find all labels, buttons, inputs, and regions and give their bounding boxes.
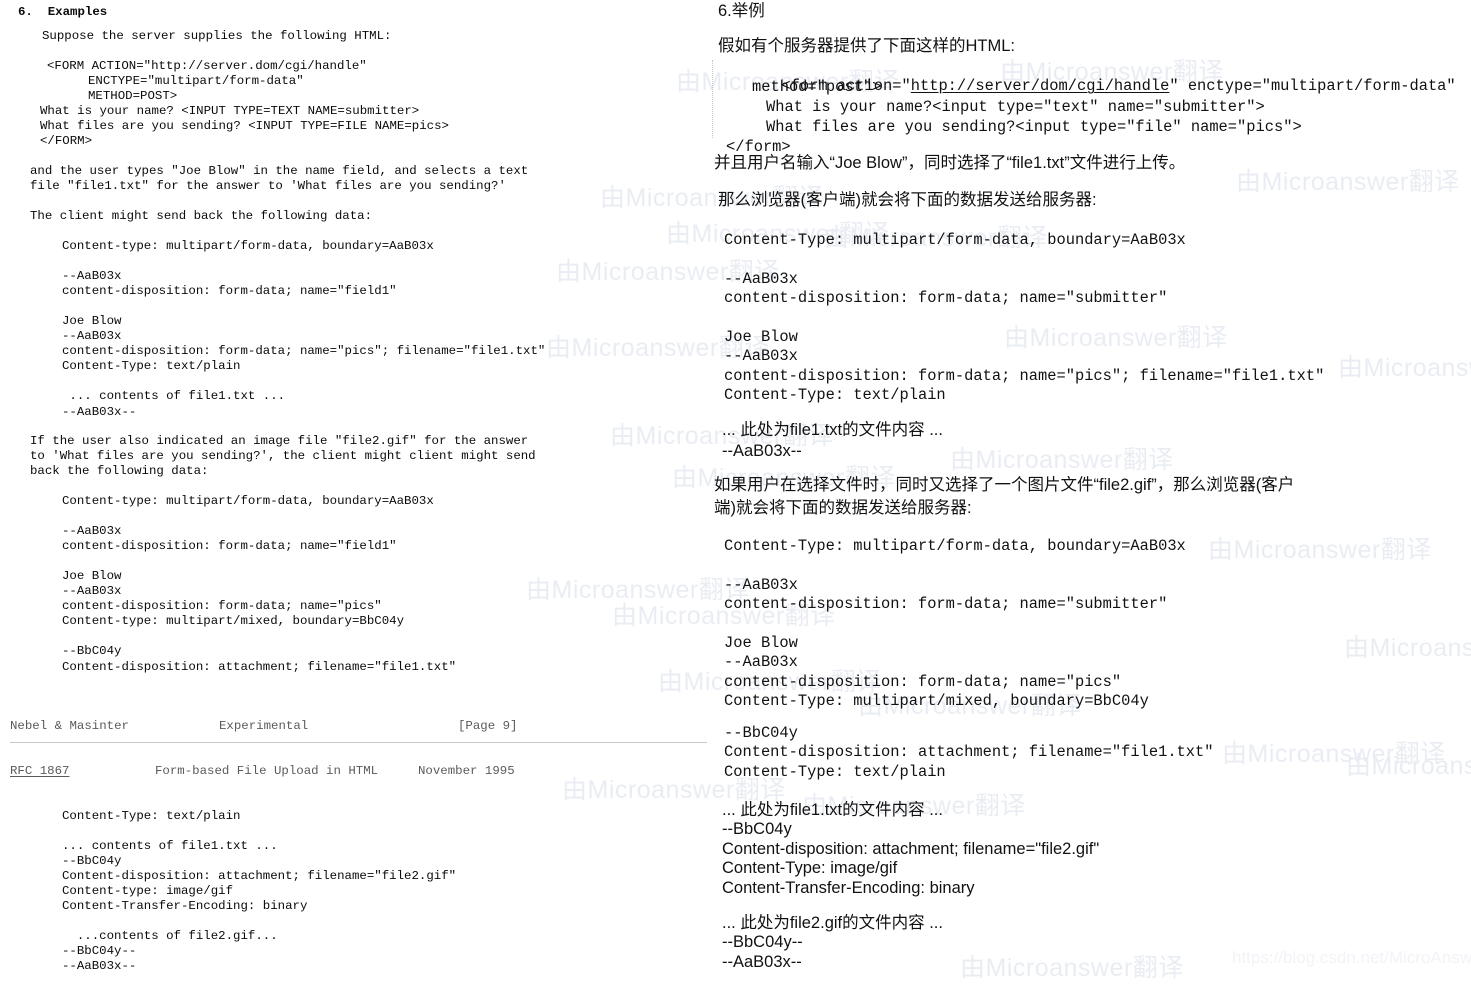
rfc-id-link[interactable]: RFC 1867 xyxy=(10,764,70,779)
form-code-line-3-chinese: What is your name?<input type="text" nam… xyxy=(766,98,1265,116)
rfc-date: November 1995 xyxy=(418,764,515,778)
footer-authors: Nebel & Masinter xyxy=(10,719,129,733)
paragraph-client-sends: The client might send back the following… xyxy=(30,209,373,223)
form-code-line-3: METHOD=POST> xyxy=(88,89,178,103)
section-heading-chinese: 6.举例 xyxy=(718,2,765,20)
section-heading-english: 6. Examples xyxy=(18,5,108,19)
paragraph-user-input-chinese: 并且用户名输入“Joe Blow”，同时选择了“file1.txt”文件进行上传… xyxy=(714,154,1186,172)
paragraph-image-file-line-2: to 'What files are you sending?', the cl… xyxy=(30,449,536,463)
paragraph-also-image-line-2-chinese: 端)就会将下面的数据发送给服务器: xyxy=(714,499,972,517)
form-code-line-5: What files are you sending? <INPUT TYPE=… xyxy=(40,119,449,133)
form-code-suffix: " enctype="multipart/form-data" xyxy=(1169,77,1456,96)
form-code-line-4-chinese: What files are you sending?<input type="… xyxy=(766,118,1302,136)
paragraph-image-file-line-1: If the user also indicated an image file… xyxy=(30,434,529,448)
data-block-1: Content-type: multipart/form-data, bound… xyxy=(62,239,546,419)
footer-page-number: [Page 9] xyxy=(458,719,518,733)
form-code-line-2: ENCTYPE="multipart/form-data" xyxy=(88,74,304,88)
form-code-line-4: What is your name? <INPUT TYPE=TEXT NAME… xyxy=(40,104,420,118)
data-block-4-tail-chinese: ... 此处为file2.gif的文件内容 ... --BbC04y-- --A… xyxy=(722,914,943,971)
data-block-3-tail-chinese: ... 此处为file1.txt的文件内容 ... --BbC04y Conte… xyxy=(722,801,1100,897)
footer-status: Experimental xyxy=(219,719,309,733)
paragraph-also-image-line-1-chinese: 如果用户在选择文件时，同时又选择了一个图片文件“file2.gif”，那么浏览器… xyxy=(714,476,1295,494)
intro-paragraph: Suppose the server supplies the followin… xyxy=(42,29,392,43)
rfc-running-title: Form-based File Upload in HTML xyxy=(155,764,379,778)
paragraph-browser-sends-chinese: 那么浏览器(客户端)就会将下面的数据发送给服务器: xyxy=(718,191,1097,209)
paragraph-image-file-line-3: back the following data: xyxy=(30,464,209,478)
form-action-url-link[interactable]: http://server/dom/cgi/handle xyxy=(911,77,1170,95)
data-block-1-tail-chinese: ... 此处为file1.txt的文件内容 ... --AaB03x-- xyxy=(722,421,943,460)
data-block-2-chinese: Content-Type: multipart/form-data, bound… xyxy=(724,537,1186,711)
form-code-line-2-chinese: method="post"> xyxy=(752,78,882,96)
document-page: 6. Examples Suppose the server supplies … xyxy=(0,0,1471,977)
data-block-2: Content-type: multipart/form-data, bound… xyxy=(62,494,457,674)
data-block-1-chinese: Content-Type: multipart/form-data, bound… xyxy=(724,231,1325,405)
page-separator-rule xyxy=(10,742,707,743)
data-block-3-chinese: --BbC04y Content-disposition: attachment… xyxy=(724,724,1214,781)
data-block-3: Content-Type: text/plain ... contents of… xyxy=(62,809,457,974)
form-code-line-6: </FORM> xyxy=(40,134,93,148)
code-gutter-line xyxy=(712,60,713,138)
paragraph-user-types-line-2: file "file1.txt" for the answer to 'What… xyxy=(30,179,506,193)
form-code-line-1: <FORM ACTION="http://server.dom/cgi/hand… xyxy=(47,59,367,73)
paragraph-user-types-line-1: and the user types "Joe Blow" in the nam… xyxy=(30,164,529,178)
intro-paragraph-chinese: 假如有个服务器提供了下面这样的HTML: xyxy=(718,37,1015,55)
